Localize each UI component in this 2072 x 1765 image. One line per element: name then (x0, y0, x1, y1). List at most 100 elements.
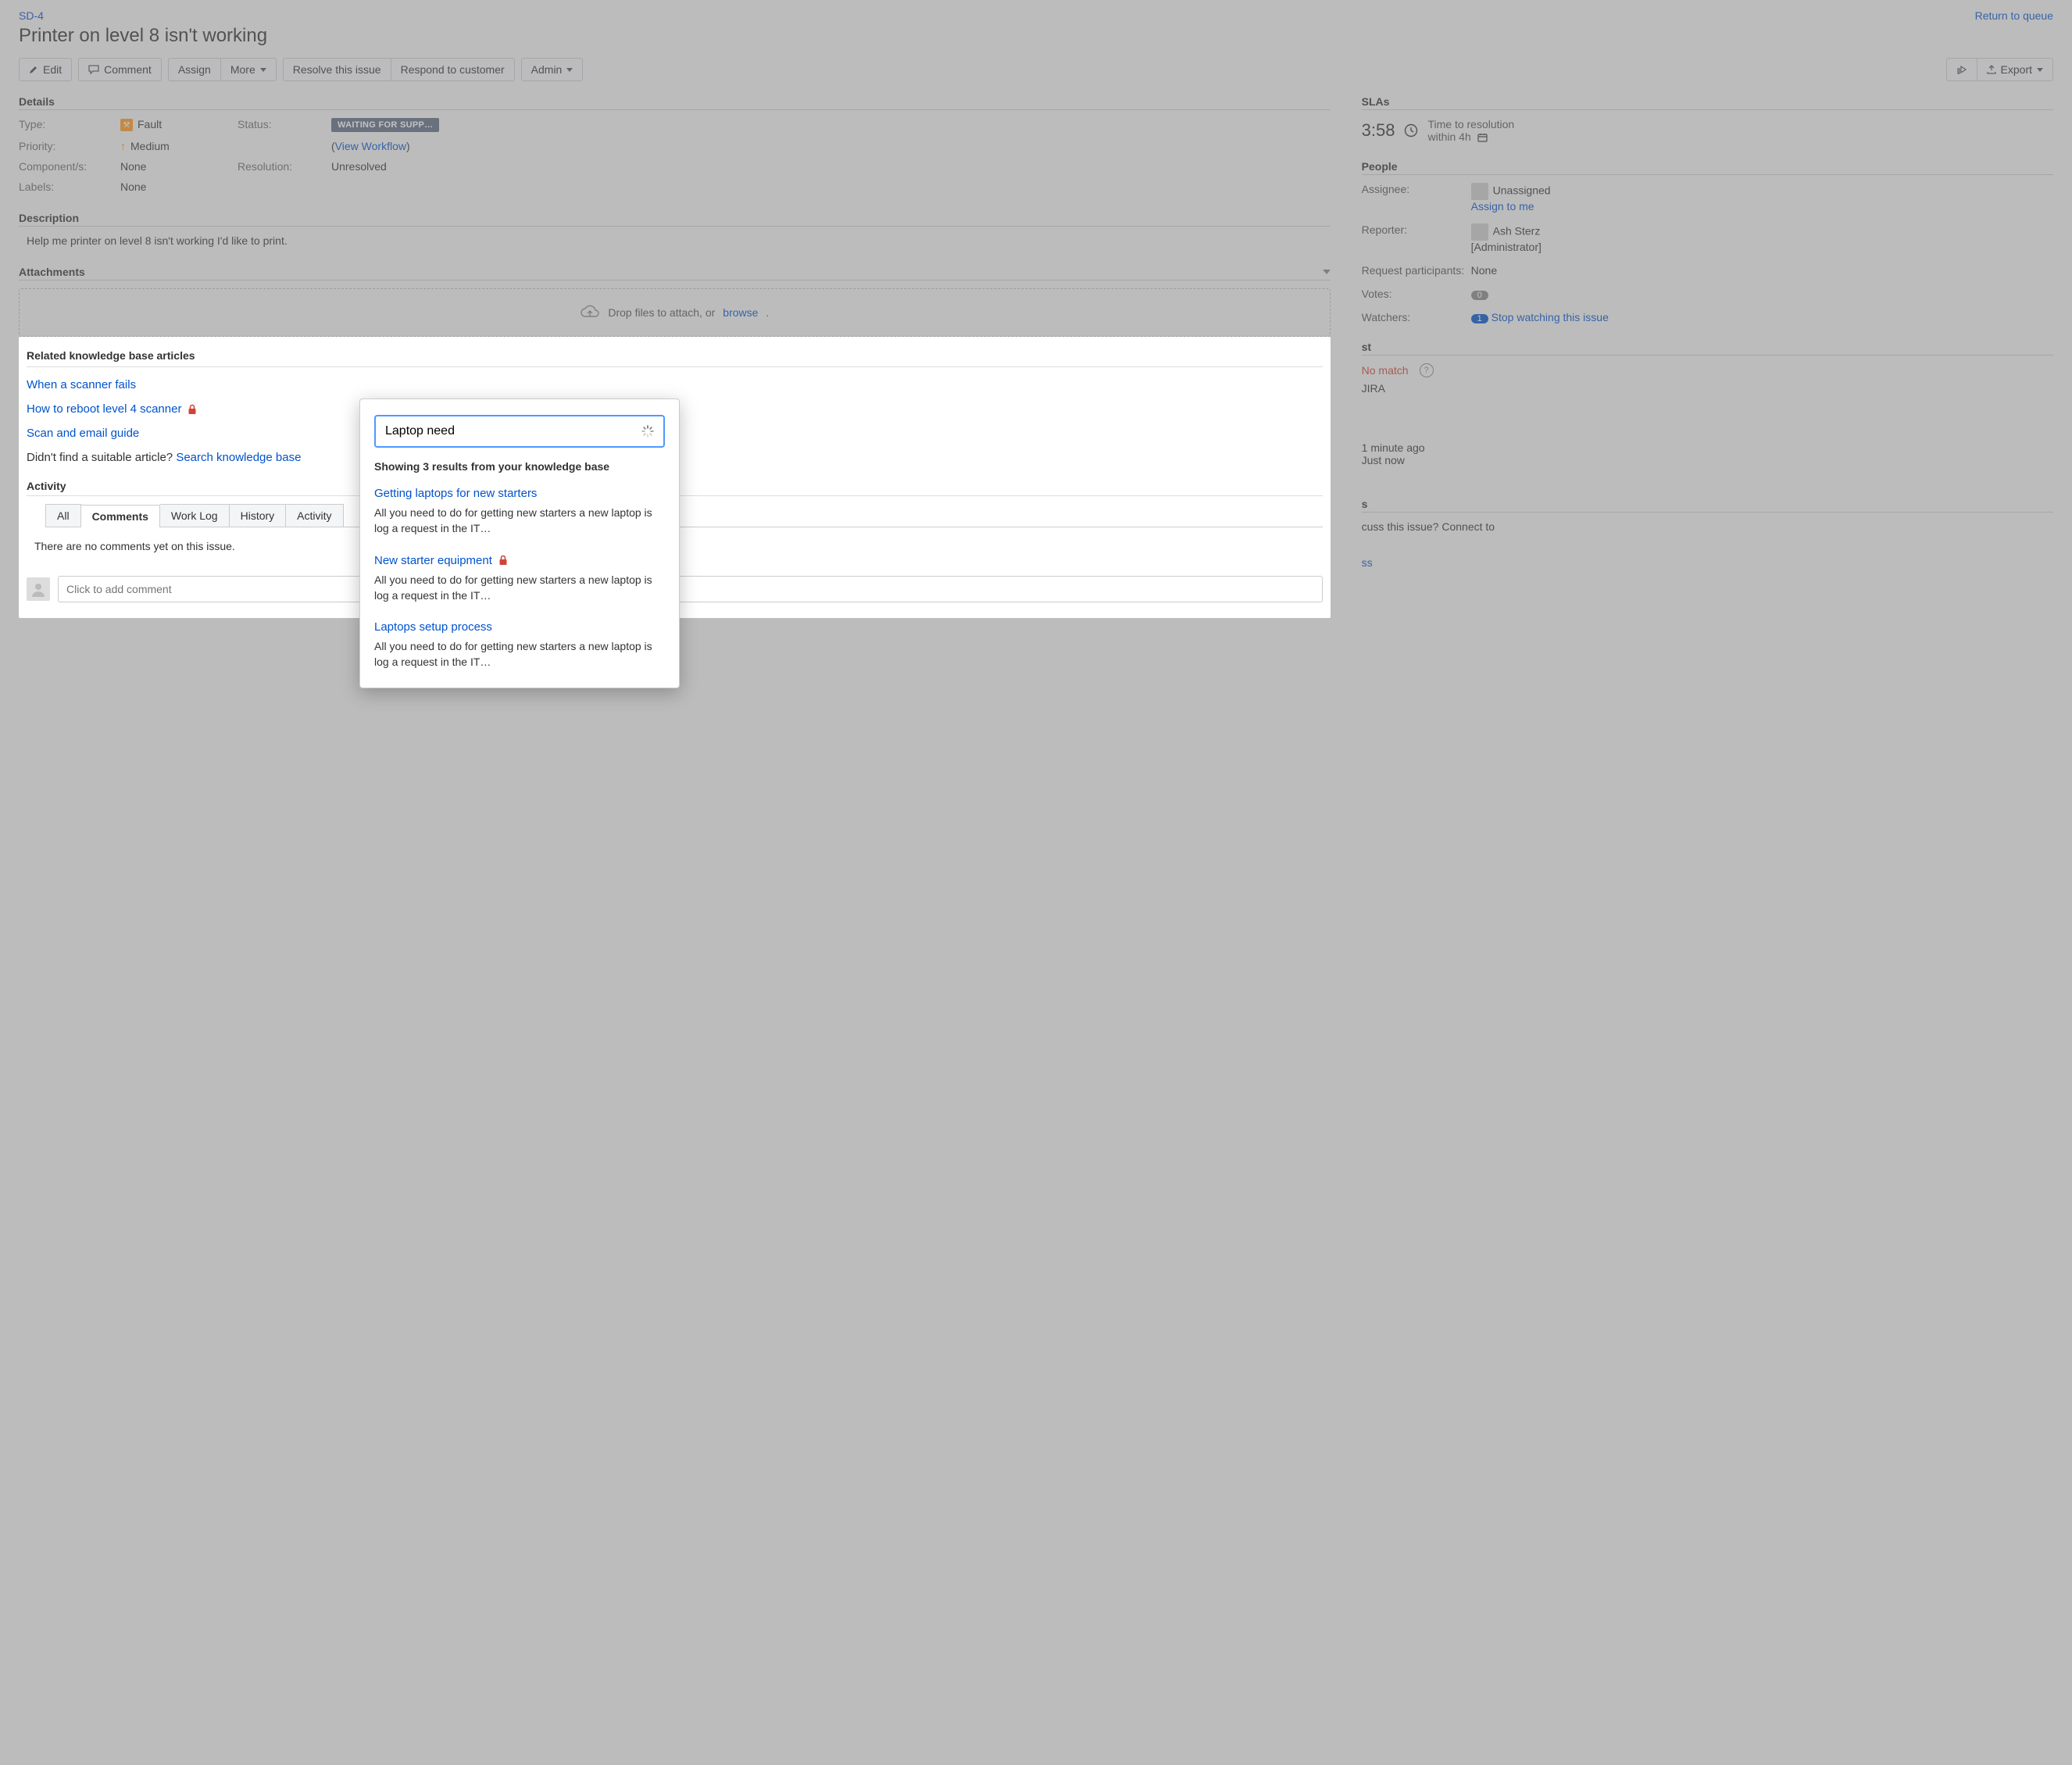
search-kb-link[interactable]: Search knowledge base (176, 451, 301, 464)
browse-link[interactable]: browse (723, 306, 758, 319)
resolve-button[interactable]: Resolve this issue (283, 58, 391, 81)
assign-to-me-link[interactable]: Assign to me (1471, 200, 1534, 213)
result-link[interactable]: Laptops setup process (374, 620, 492, 634)
result-snippet: All you need to do for getting new start… (374, 638, 665, 670)
comment-label: Comment (104, 63, 152, 76)
result-link[interactable]: New starter equipment (374, 554, 492, 567)
issue-key-link[interactable]: SD-4 (19, 9, 44, 22)
people-heading: People (1362, 160, 2053, 175)
lock-icon (188, 404, 197, 415)
avatar-icon (1471, 183, 1488, 200)
components-value: None (120, 160, 238, 173)
resolution-value: Unresolved (331, 160, 1331, 173)
assignee-value: Unassigned (1471, 183, 2053, 200)
status-label: Status: (238, 118, 331, 132)
type-value: ⚒Fault (120, 118, 238, 132)
stop-watching-link[interactable]: Stop watching this issue (1491, 311, 1609, 323)
return-to-queue-link[interactable]: Return to queue (1975, 9, 2053, 22)
kb-article-link[interactable]: When a scanner fails (27, 378, 136, 391)
user-avatar-icon (27, 577, 50, 601)
results-heading: Showing 3 results from your knowledge ba… (374, 460, 665, 473)
priority-label: Priority: (19, 140, 120, 152)
partial-link-ss[interactable]: ss (1362, 556, 1373, 569)
more-label: More (230, 63, 255, 76)
search-result: Laptops setup process All you need to do… (374, 620, 665, 670)
loading-spinner-icon (641, 425, 654, 438)
lock-icon (498, 555, 508, 566)
chevron-down-icon (566, 68, 573, 72)
export-icon (1987, 65, 1996, 74)
watchers-value: 1 Stop watching this issue (1471, 311, 2053, 323)
kb-article-link[interactable]: Scan and email guide (27, 427, 139, 440)
watchers-label: Watchers: (1362, 311, 1471, 323)
type-label: Type: (19, 118, 120, 132)
status-lozenge: WAITING FOR SUPP… (331, 118, 439, 132)
comment-button[interactable]: Comment (78, 58, 162, 81)
sla-time: 3:58 (1362, 120, 1395, 141)
edit-label: Edit (43, 63, 62, 76)
cloud-upload-icon (580, 305, 600, 320)
attachments-heading[interactable]: Attachments (19, 266, 1331, 280)
view-workflow-link[interactable]: View Workflow (335, 140, 406, 152)
details-heading: Details (19, 95, 1331, 110)
share-icon (1956, 65, 1967, 74)
tab-history[interactable]: History (230, 504, 287, 527)
labels-label: Labels: (19, 180, 120, 193)
request-heading-partial: st (1362, 341, 2053, 356)
clock-icon (1404, 123, 1418, 138)
kb-article-link[interactable]: How to reboot level 4 scanner (27, 402, 181, 416)
search-result: Getting laptops for new starters All you… (374, 487, 665, 537)
chevron-down-icon (260, 68, 266, 72)
calendar-icon (1477, 133, 1488, 142)
kb-heading: Related knowledge base articles (27, 349, 1323, 367)
pencil-icon (29, 65, 38, 74)
chevron-down-icon (2037, 68, 2043, 72)
participants-label: Request participants: (1362, 264, 1471, 277)
tab-worklog[interactable]: Work Log (160, 504, 230, 527)
result-link[interactable]: Getting laptops for new starters (374, 487, 537, 500)
edit-button[interactable]: Edit (19, 58, 72, 81)
labels-value: None (120, 180, 238, 193)
fault-type-icon: ⚒ (120, 119, 133, 131)
assignee-label: Assignee: (1362, 183, 1471, 195)
dropzone-text: Drop files to attach, or (608, 306, 715, 319)
attachment-dropzone[interactable]: Drop files to attach, or browse. (19, 288, 1331, 337)
issue-toolbar: Edit Comment Assign More Resolve this is… (19, 58, 2053, 81)
status-value: WAITING FOR SUPP… (331, 118, 1331, 132)
reporter-role: [Administrator] (1471, 241, 2053, 253)
issue-title: Printer on level 8 isn't working (19, 25, 2053, 47)
no-match-text: No match (1362, 364, 1409, 377)
result-snippet: All you need to do for getting new start… (374, 505, 665, 537)
description-heading: Description (19, 212, 1331, 227)
priority-medium-icon: ↑ (120, 140, 126, 152)
reporter-label: Reporter: (1362, 223, 1471, 236)
export-label: Export (2001, 63, 2032, 76)
avatar-icon (1471, 223, 1488, 241)
kb-article-item: When a scanner fails (27, 378, 1323, 391)
tab-all[interactable]: All (45, 504, 81, 527)
kb-search-input[interactable] (374, 415, 665, 448)
tab-comments[interactable]: Comments (81, 505, 160, 527)
respond-button[interactable]: Respond to customer (391, 58, 515, 81)
sla-heading: SLAs (1362, 95, 2053, 110)
workflow-cell: (View Workflow) (331, 140, 1331, 152)
assign-button[interactable]: Assign (168, 58, 221, 81)
tab-activity[interactable]: Activity (286, 504, 343, 527)
priority-value: ↑Medium (120, 140, 238, 152)
time-ago-1: 1 minute ago (1362, 441, 2053, 454)
votes-badge: 0 (1471, 291, 1488, 300)
result-snippet: All you need to do for getting new start… (374, 572, 665, 604)
description-text: Help me printer on level 8 isn't working… (27, 234, 1331, 247)
admin-button[interactable]: Admin (521, 58, 584, 81)
partial-heading-s: s (1362, 498, 2053, 513)
admin-label: Admin (531, 63, 563, 76)
connect-text-partial: cuss this issue? Connect to (1362, 520, 2053, 533)
participants-value: None (1471, 264, 2053, 277)
share-button[interactable] (1946, 58, 1977, 81)
add-comment-input[interactable] (58, 576, 1323, 602)
help-icon[interactable]: ? (1420, 363, 1434, 377)
export-button[interactable]: Export (1977, 58, 2053, 81)
reporter-value: Ash Sterz (1471, 223, 2053, 241)
speech-bubble-icon (88, 65, 99, 74)
more-button[interactable]: More (221, 58, 277, 81)
